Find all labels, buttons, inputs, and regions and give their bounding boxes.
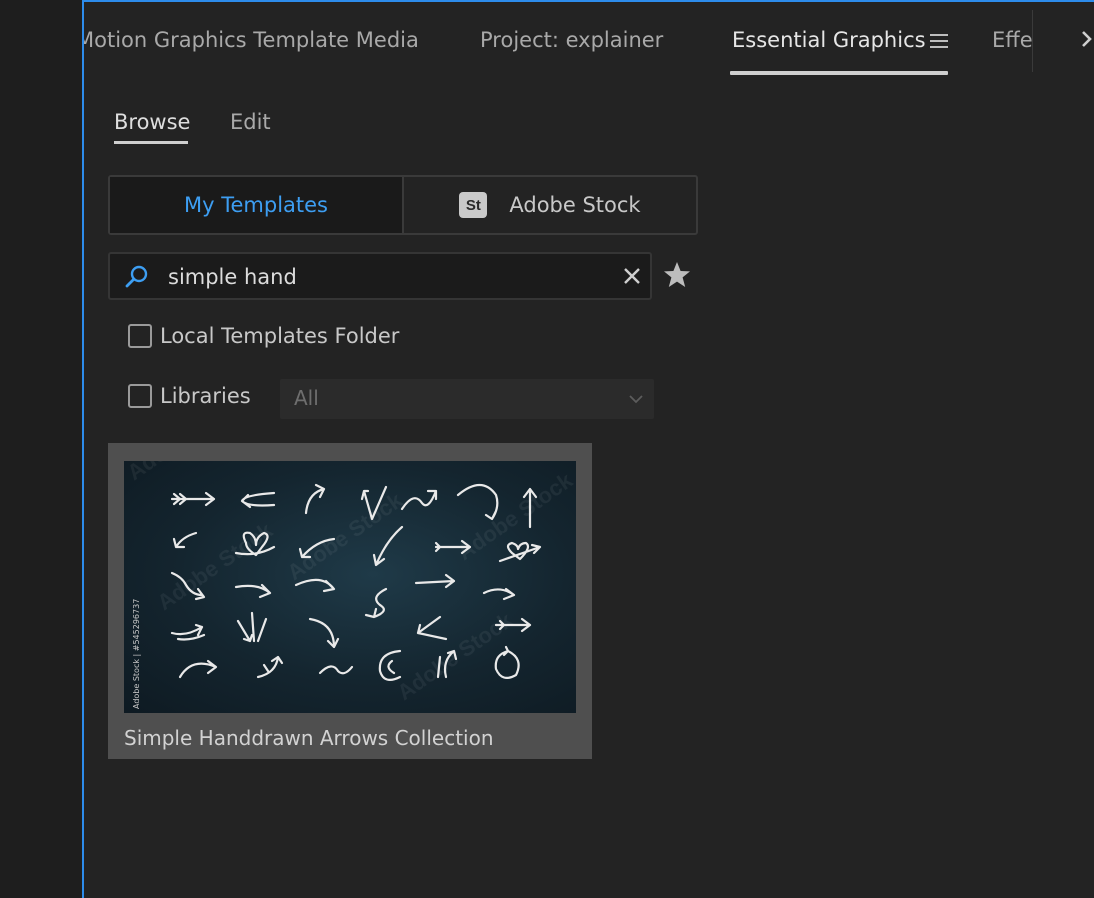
tab-project-explainer[interactable]: Project: explainer — [480, 26, 663, 54]
my-templates-label: My Templates — [184, 193, 328, 217]
libraries-dropdown-value: All — [294, 386, 319, 410]
left-panel-strip — [0, 0, 82, 898]
star-icon[interactable] — [662, 260, 692, 290]
tab-divider — [1032, 10, 1033, 72]
libraries-label: Libraries — [160, 384, 251, 408]
local-templates-checkbox[interactable] — [128, 324, 152, 348]
svg-text:Adobe Stock: Adobe Stock — [153, 517, 278, 615]
chevron-down-icon — [629, 395, 643, 404]
svg-text:Adobe Stock: Adobe Stock — [124, 461, 248, 485]
essential-graphics-panel: Motion Graphics Template Media Project: … — [82, 0, 1094, 898]
svg-text:Adobe Stock: Adobe Stock — [283, 487, 408, 585]
tab-essential-graphics[interactable]: Essential Graphics — [732, 26, 926, 54]
source-toggle: My Templates St Adobe Stock — [108, 175, 698, 235]
active-tab-indicator — [730, 71, 948, 75]
search-input[interactable] — [166, 260, 610, 294]
my-templates-button[interactable]: My Templates — [110, 177, 402, 233]
subtab-browse[interactable]: Browse — [114, 108, 190, 136]
tab-motion-graphics-template-media[interactable]: Motion Graphics Template Media — [84, 26, 419, 54]
template-card[interactable]: Adobe Stock Adobe Stock Adobe Stock Adob… — [108, 443, 592, 759]
local-templates-label: Local Templates Folder — [160, 324, 400, 348]
template-title: Simple Handdrawn Arrows Collection — [124, 726, 494, 750]
hamburger-menu-icon[interactable] — [930, 34, 948, 50]
adobe-stock-icon: St — [459, 192, 488, 218]
libraries-dropdown[interactable]: All — [280, 379, 654, 419]
stock-id-watermark: Adobe Stock | #545296737 — [132, 598, 141, 709]
template-thumbnail: Adobe Stock Adobe Stock Adobe Stock Adob… — [124, 461, 576, 713]
search-icon — [125, 265, 148, 288]
libraries-checkbox[interactable] — [128, 384, 152, 408]
libraries-filter[interactable]: Libraries — [128, 384, 251, 408]
clear-icon[interactable] — [622, 266, 642, 286]
tab-effects[interactable]: Effects — [992, 26, 1032, 54]
local-templates-filter[interactable]: Local Templates Folder — [128, 324, 399, 348]
panel-tab-bar: Motion Graphics Template Media Project: … — [84, 2, 1094, 80]
subtab-edit[interactable]: Edit — [230, 108, 271, 136]
chevron-right-icon[interactable] — [1080, 28, 1094, 50]
adobe-stock-button[interactable]: St Adobe Stock — [402, 177, 696, 233]
search-box — [108, 252, 652, 300]
handdrawn-arrows-image: Adobe Stock Adobe Stock Adobe Stock Adob… — [124, 461, 576, 705]
adobe-stock-label: Adobe Stock — [509, 193, 641, 217]
subtab-indicator — [114, 141, 188, 144]
svg-text:Adobe Stock: Adobe Stock — [453, 467, 576, 565]
